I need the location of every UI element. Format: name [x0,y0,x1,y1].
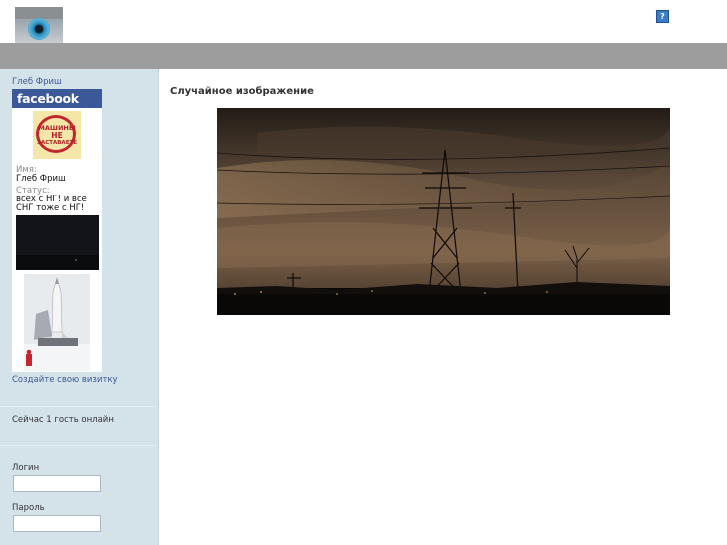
sidebar: Глеб Фриш facebook МАШИНЫ НЕ ЗАСТАВАЕТЕ … [0,69,159,545]
login-input[interactable] [13,475,101,492]
facebook-logo: facebook [12,89,102,108]
status-value: всех с НГ! и все СНГ тоже с НГ! [16,195,87,213]
eye-logo-icon[interactable] [15,7,63,43]
create-card-link[interactable]: Создайте свою визитку [12,375,118,385]
help-icon[interactable]: ? [656,10,669,23]
avatar-text-mid: НЕ [51,131,63,140]
divider [0,445,158,446]
divider [0,406,158,407]
night-photo-thumbnail [16,215,99,270]
header: ? [0,0,727,43]
nav-band [0,43,727,69]
avatar-text-bottom: ЗАСТАВАЕТЕ [37,140,77,146]
rocket-monument-photo [24,274,90,371]
random-image[interactable] [217,108,670,315]
facebook-badge[interactable]: facebook МАШИНЫ НЕ ЗАСТАВАЕТЕ Имя: Глеб … [12,89,102,372]
online-count: Сейчас 1 гость онлайн [12,415,114,425]
profile-avatar: МАШИНЫ НЕ ЗАСТАВАЕТЕ [33,111,81,159]
page-title: Случайное изображение [170,86,314,97]
name-value: Глеб Фриш [16,174,66,184]
facebook-profile-link[interactable]: Глеб Фриш [12,77,62,87]
password-input[interactable] [13,515,101,532]
login-label: Логин [12,463,40,473]
password-label: Пароль [12,503,45,513]
